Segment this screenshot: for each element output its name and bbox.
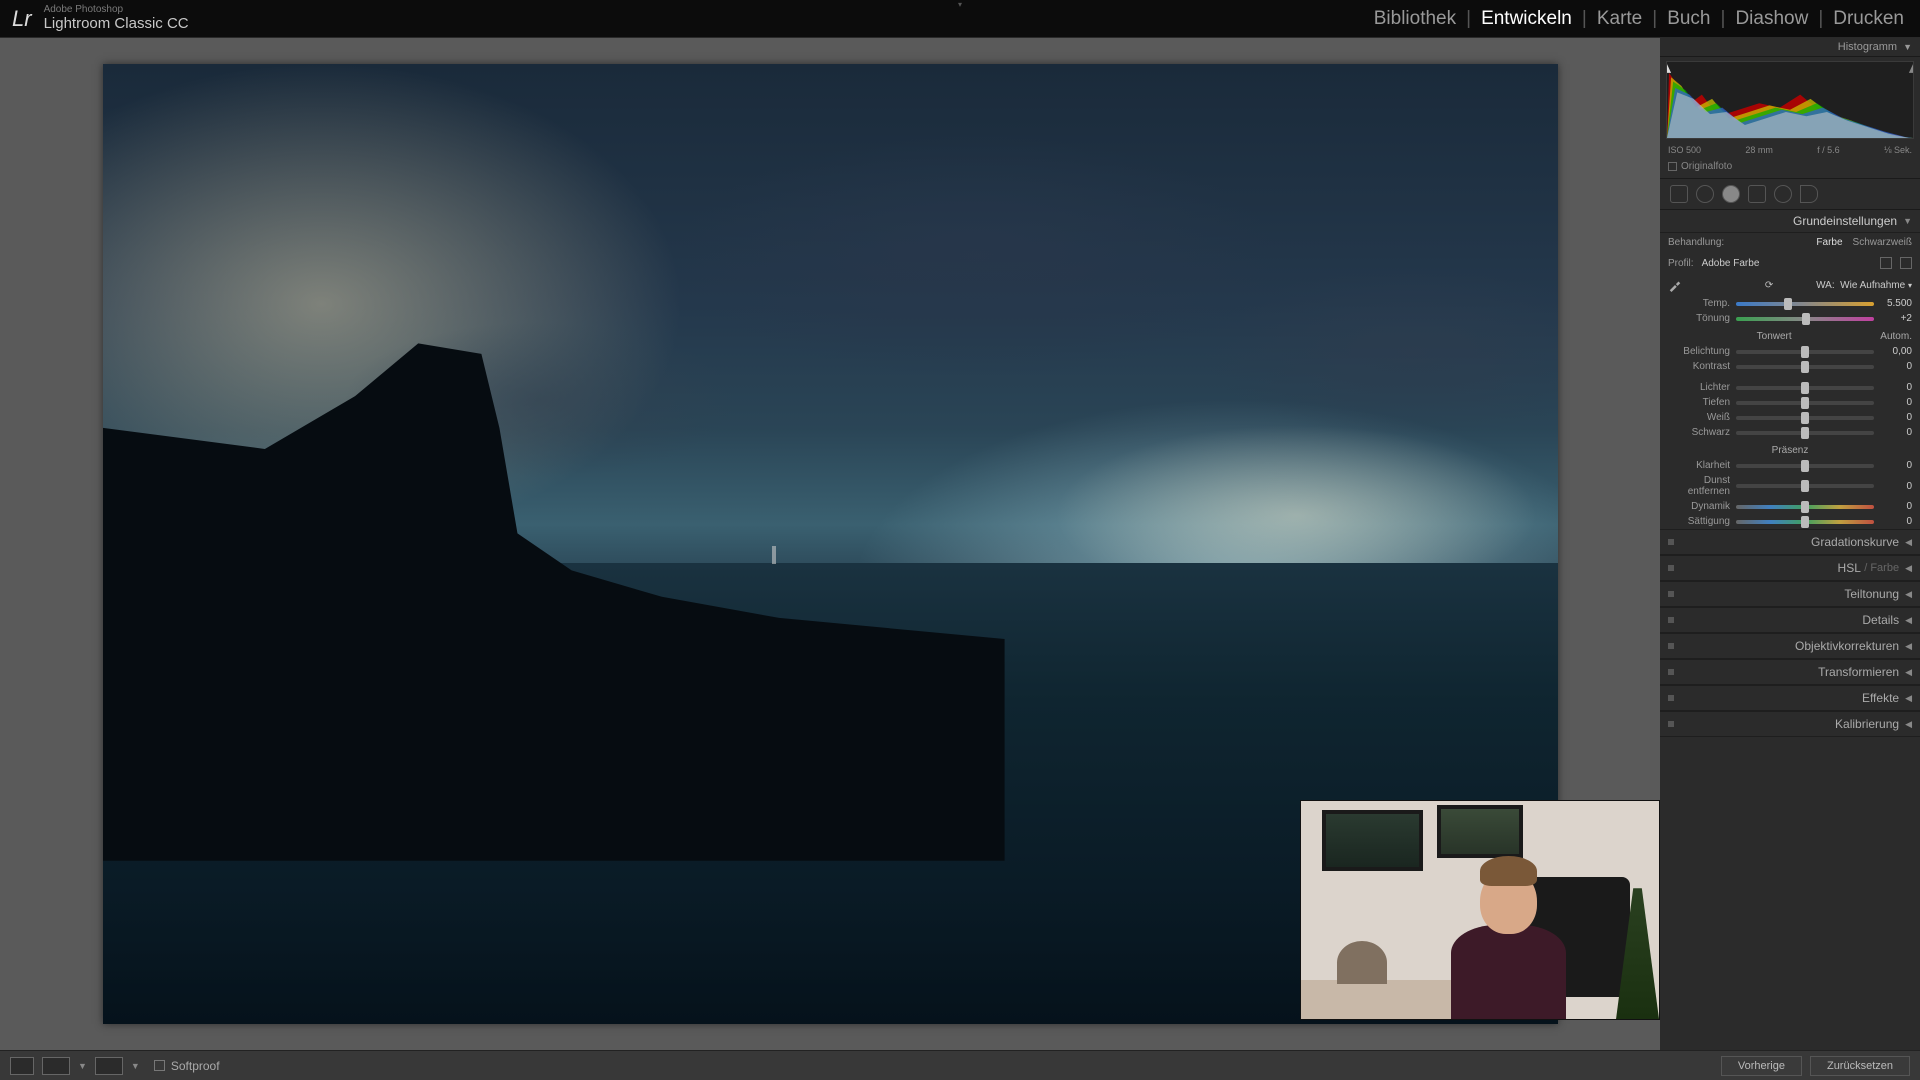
panel-calibration[interactable]: Kalibrierung◀ bbox=[1660, 711, 1920, 737]
module-library[interactable]: Bibliothek bbox=[1370, 8, 1460, 30]
eyedropper-icon[interactable] bbox=[1668, 278, 1682, 292]
exif-iso: ISO 500 bbox=[1668, 145, 1701, 155]
slider-saturation[interactable]: Sättigung0 bbox=[1660, 514, 1920, 529]
wb-icon-label: ⟳ bbox=[1765, 280, 1773, 291]
tone-header: Tonwert bbox=[1757, 331, 1792, 342]
crop-tool-icon[interactable] bbox=[1670, 185, 1688, 203]
whitebalance-row: ⟳ WA: Wie Aufnahme ▾ bbox=[1660, 274, 1920, 296]
chevron-left-icon: ◀ bbox=[1905, 615, 1912, 626]
vendor-label: Adobe Photoshop bbox=[44, 5, 189, 15]
slider-highlights[interactable]: Lichter0 bbox=[1660, 380, 1920, 395]
slider-whites[interactable]: Weiß0 bbox=[1660, 410, 1920, 425]
chevron-down-icon: ▼ bbox=[1903, 216, 1912, 226]
ba-dropdown-icon[interactable]: ▼ bbox=[131, 1061, 140, 1071]
before-after-icon[interactable] bbox=[95, 1057, 123, 1075]
original-toggle[interactable]: Originalfoto bbox=[1660, 159, 1920, 178]
slider-contrast[interactable]: Kontrast0 bbox=[1660, 359, 1920, 374]
chevron-left-icon: ◀ bbox=[1905, 537, 1912, 548]
treatment-bw[interactable]: Schwarzweiß bbox=[1853, 237, 1912, 248]
panel-tonecurve[interactable]: Gradationskurve◀ bbox=[1660, 529, 1920, 555]
loupe-view-icon[interactable] bbox=[10, 1057, 34, 1075]
compare-view-icon[interactable] bbox=[42, 1057, 70, 1075]
wb-preset[interactable]: Wie Aufnahme bbox=[1840, 280, 1905, 291]
basic-panel-header[interactable]: Grundeinstellungen▼ bbox=[1660, 210, 1920, 233]
toolbar-footer: ▼ ▼ Softproof Vorherige Zurücksetzen bbox=[0, 1050, 1920, 1080]
presence-header: Präsenz bbox=[1772, 445, 1809, 456]
redeye-tool-icon[interactable] bbox=[1722, 185, 1740, 203]
profile-value[interactable]: Adobe Farbe bbox=[1702, 258, 1760, 269]
reset-button[interactable]: Zurücksetzen bbox=[1810, 1056, 1910, 1076]
module-print[interactable]: Drucken bbox=[1829, 8, 1908, 30]
exif-aperture: f / 5.6 bbox=[1817, 145, 1840, 155]
module-picker: Bibliothek | Entwickeln | Karte | Buch |… bbox=[1370, 8, 1908, 30]
profile-grid-icon[interactable] bbox=[1900, 257, 1912, 269]
slider-vibrance[interactable]: Dynamik0 bbox=[1660, 499, 1920, 514]
slider-tint[interactable]: Tönung +2 bbox=[1660, 311, 1920, 326]
chevron-left-icon: ◀ bbox=[1905, 693, 1912, 704]
profile-browser-icon[interactable] bbox=[1880, 257, 1892, 269]
exif-shutter: ⅛ Sek. bbox=[1884, 145, 1912, 155]
panel-lens[interactable]: Objektivkorrekturen◀ bbox=[1660, 633, 1920, 659]
chevron-left-icon: ◀ bbox=[1905, 641, 1912, 652]
panel-detail[interactable]: Details◀ bbox=[1660, 607, 1920, 633]
chevron-down-icon: ▼ bbox=[1903, 42, 1912, 52]
exif-focal: 28 mm bbox=[1745, 145, 1773, 155]
panel-transform[interactable]: Transformieren◀ bbox=[1660, 659, 1920, 685]
develop-panel: Histogramm▼ ISO 500 28 mm f / 5.6 ⅛ Sek.… bbox=[1660, 38, 1920, 1050]
chevron-left-icon: ◀ bbox=[1905, 563, 1912, 574]
treatment-row: Behandlung: Farbe Schwarzweiß bbox=[1660, 233, 1920, 252]
webcam-overlay bbox=[1300, 800, 1660, 1020]
exif-strip: ISO 500 28 mm f / 5.6 ⅛ Sek. bbox=[1660, 143, 1920, 159]
app-name-label: Lightroom Classic CC bbox=[44, 15, 189, 32]
slider-clarity[interactable]: Klarheit0 bbox=[1660, 458, 1920, 473]
local-tools bbox=[1660, 178, 1920, 210]
checkbox-icon[interactable] bbox=[154, 1060, 165, 1071]
radial-tool-icon[interactable] bbox=[1774, 185, 1792, 203]
top-drag-handle[interactable]: ▾ bbox=[950, 0, 970, 6]
panel-hsl[interactable]: HSL / Farbe◀ bbox=[1660, 555, 1920, 581]
view-dropdown-icon[interactable]: ▼ bbox=[78, 1061, 87, 1071]
slider-dehaze[interactable]: Dunst entfernen0 bbox=[1660, 473, 1920, 499]
slider-blacks[interactable]: Schwarz0 bbox=[1660, 425, 1920, 440]
softproof-toggle[interactable]: Softproof bbox=[154, 1059, 220, 1073]
spot-tool-icon[interactable] bbox=[1696, 185, 1714, 203]
chevron-left-icon: ◀ bbox=[1905, 719, 1912, 730]
checkbox-icon[interactable] bbox=[1668, 162, 1677, 171]
chevron-down-icon[interactable]: ▾ bbox=[1908, 281, 1912, 290]
treatment-color[interactable]: Farbe bbox=[1816, 237, 1842, 248]
slider-temp[interactable]: Temp. 5.500 bbox=[1660, 296, 1920, 311]
slider-exposure[interactable]: Belichtung0,00 bbox=[1660, 344, 1920, 359]
panel-split[interactable]: Teiltonung◀ bbox=[1660, 581, 1920, 607]
auto-tone-button[interactable]: Autom. bbox=[1880, 331, 1912, 342]
histogram-header[interactable]: Histogramm▼ bbox=[1660, 38, 1920, 57]
slider-shadows[interactable]: Tiefen0 bbox=[1660, 395, 1920, 410]
brush-tool-icon[interactable] bbox=[1800, 185, 1818, 203]
previous-button[interactable]: Vorherige bbox=[1721, 1056, 1802, 1076]
module-slideshow[interactable]: Diashow bbox=[1731, 8, 1812, 30]
gradient-tool-icon[interactable] bbox=[1748, 185, 1766, 203]
image-canvas[interactable] bbox=[0, 38, 1660, 1050]
module-book[interactable]: Buch bbox=[1663, 8, 1714, 30]
app-logo: Lr bbox=[12, 6, 32, 32]
panel-effects[interactable]: Effekte◀ bbox=[1660, 685, 1920, 711]
app-title-block: Adobe Photoshop Lightroom Classic CC bbox=[44, 5, 189, 32]
profile-row: Profil: Adobe Farbe bbox=[1660, 252, 1920, 274]
module-map[interactable]: Karte bbox=[1593, 8, 1646, 30]
chevron-left-icon: ◀ bbox=[1905, 589, 1912, 600]
chevron-left-icon: ◀ bbox=[1905, 667, 1912, 678]
histogram[interactable] bbox=[1666, 61, 1914, 139]
app-header: Lr Adobe Photoshop Lightroom Classic CC … bbox=[0, 0, 1920, 38]
module-develop[interactable]: Entwickeln bbox=[1477, 8, 1576, 30]
